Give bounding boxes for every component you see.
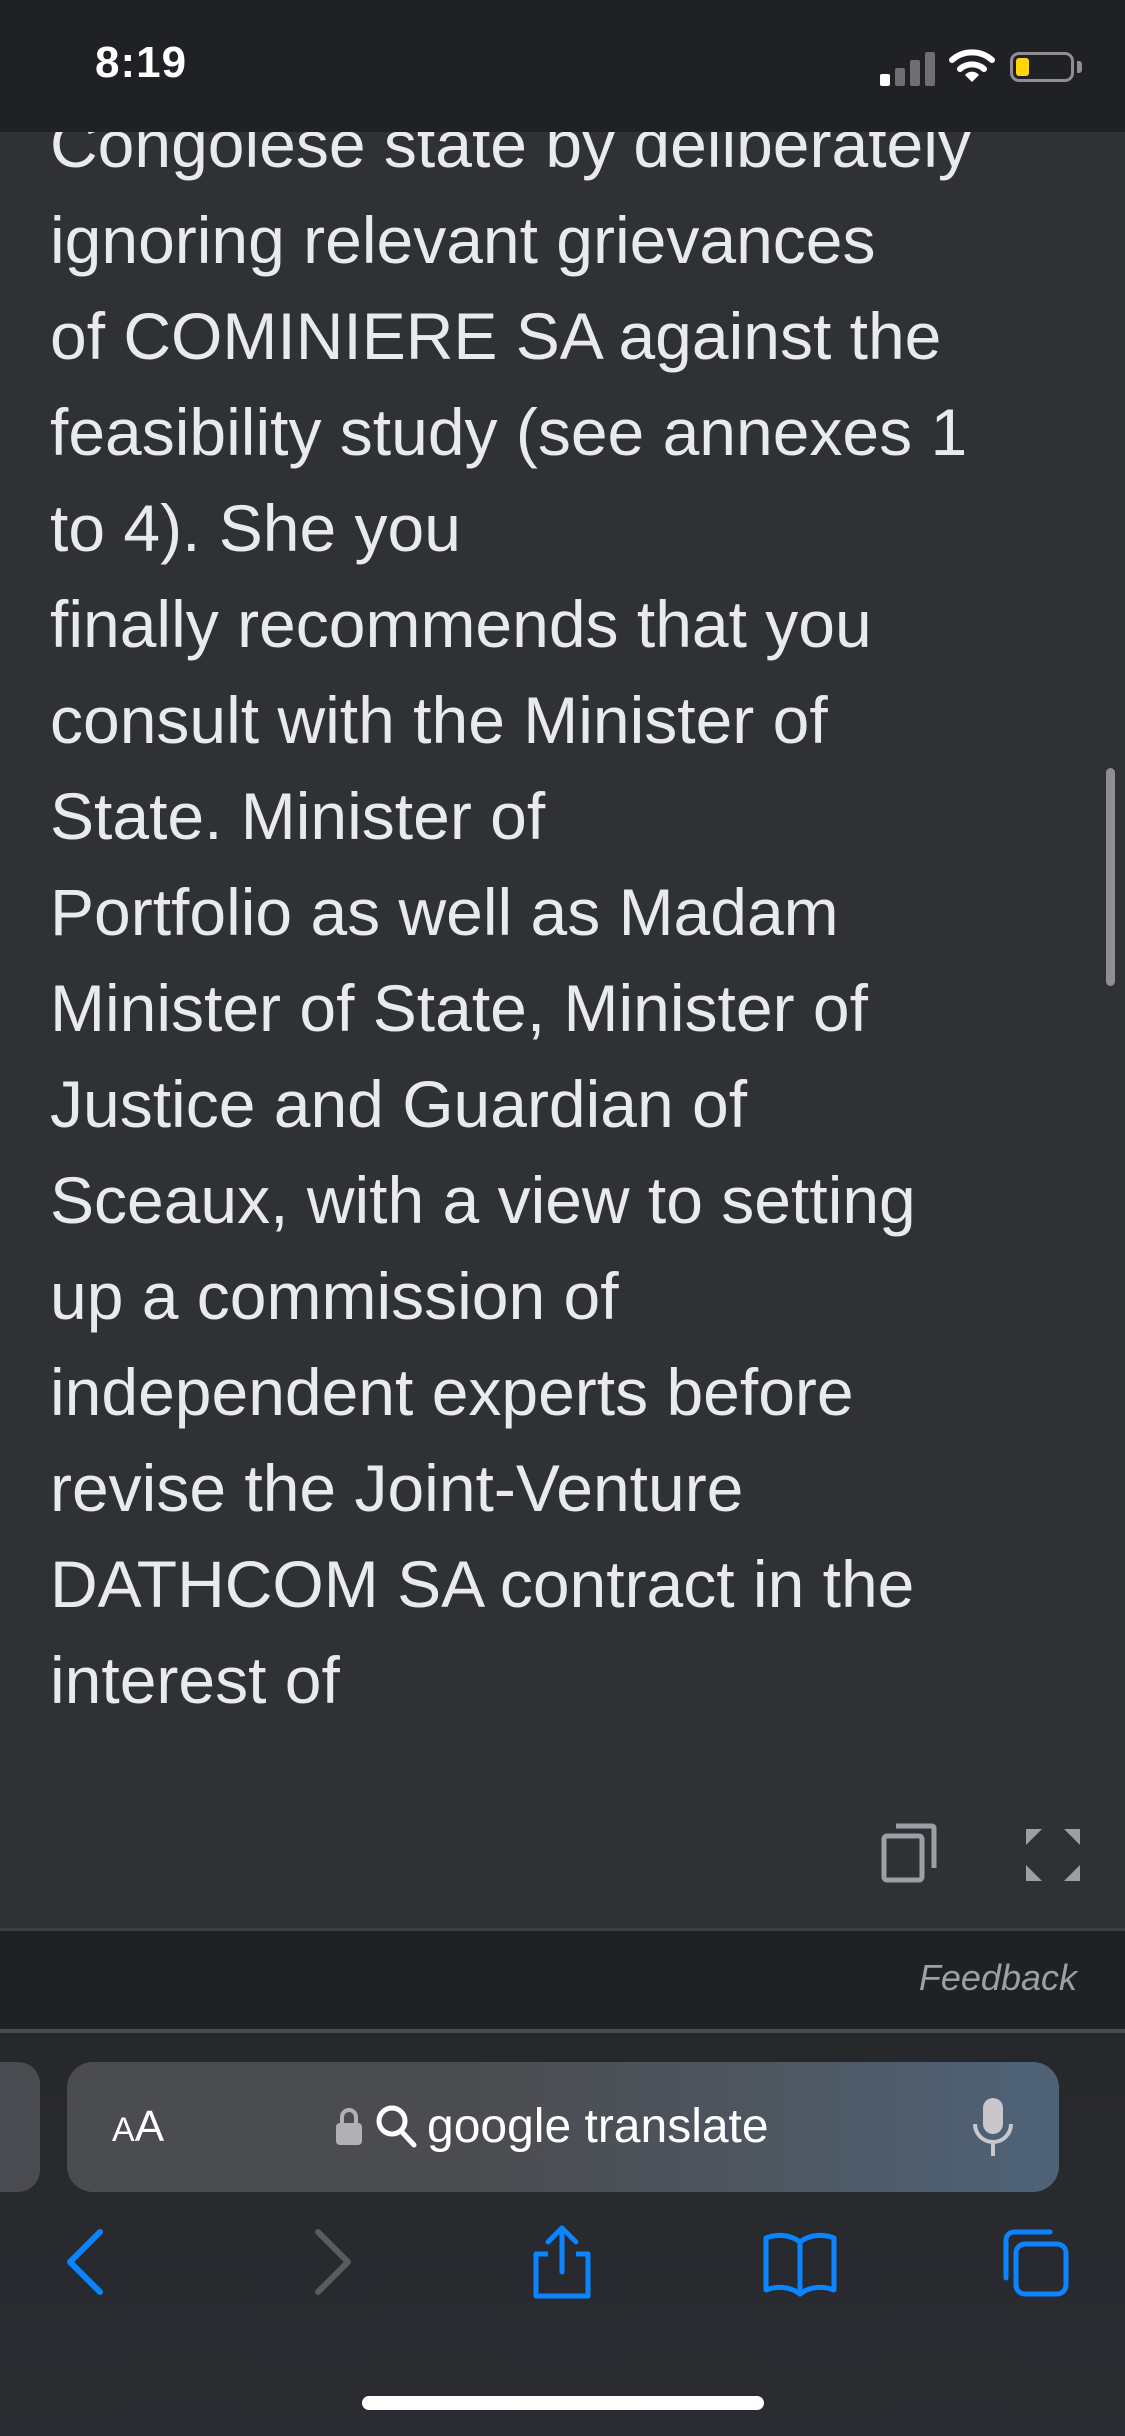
- back-icon[interactable]: [48, 2222, 128, 2302]
- translation-text: Congolese state by deliberately ignoring…: [50, 107, 971, 1717]
- scrollbar-thumb[interactable]: [1106, 768, 1115, 986]
- page-settings-button[interactable]: AA: [112, 2062, 164, 2192]
- bookmarks-icon[interactable]: [760, 2222, 840, 2302]
- share-icon[interactable]: [522, 2222, 602, 2302]
- aa-small-letter: A: [112, 2111, 135, 2149]
- forward-icon[interactable]: [290, 2222, 370, 2302]
- battery-icon: [1010, 52, 1074, 82]
- microphone-icon[interactable]: [971, 2096, 1015, 2160]
- battery-level: [1016, 58, 1029, 76]
- previous-tab-preview[interactable]: [0, 2062, 40, 2192]
- signal-strength-icon: [880, 50, 936, 86]
- tabs-icon[interactable]: [994, 2222, 1074, 2302]
- feedback-bar: Feedback: [0, 1931, 1125, 2029]
- feedback-link[interactable]: Feedback: [919, 1957, 1077, 1999]
- url-text[interactable]: google translate: [427, 2062, 769, 2192]
- address-bar[interactable]: AA google translate: [67, 2062, 1059, 2192]
- copy-icon[interactable]: [880, 1822, 938, 1884]
- home-indicator[interactable]: [362, 2396, 764, 2410]
- search-icon: [376, 2105, 417, 2148]
- lock-icon: [336, 2108, 362, 2145]
- status-time: 8:19: [95, 38, 188, 87]
- fullscreen-icon[interactable]: [1022, 1825, 1084, 1885]
- wifi-icon: [949, 49, 995, 82]
- battery-cap: [1077, 61, 1082, 73]
- status-bar: 8:19: [0, 0, 1125, 132]
- aa-big-letter: A: [134, 2102, 165, 2151]
